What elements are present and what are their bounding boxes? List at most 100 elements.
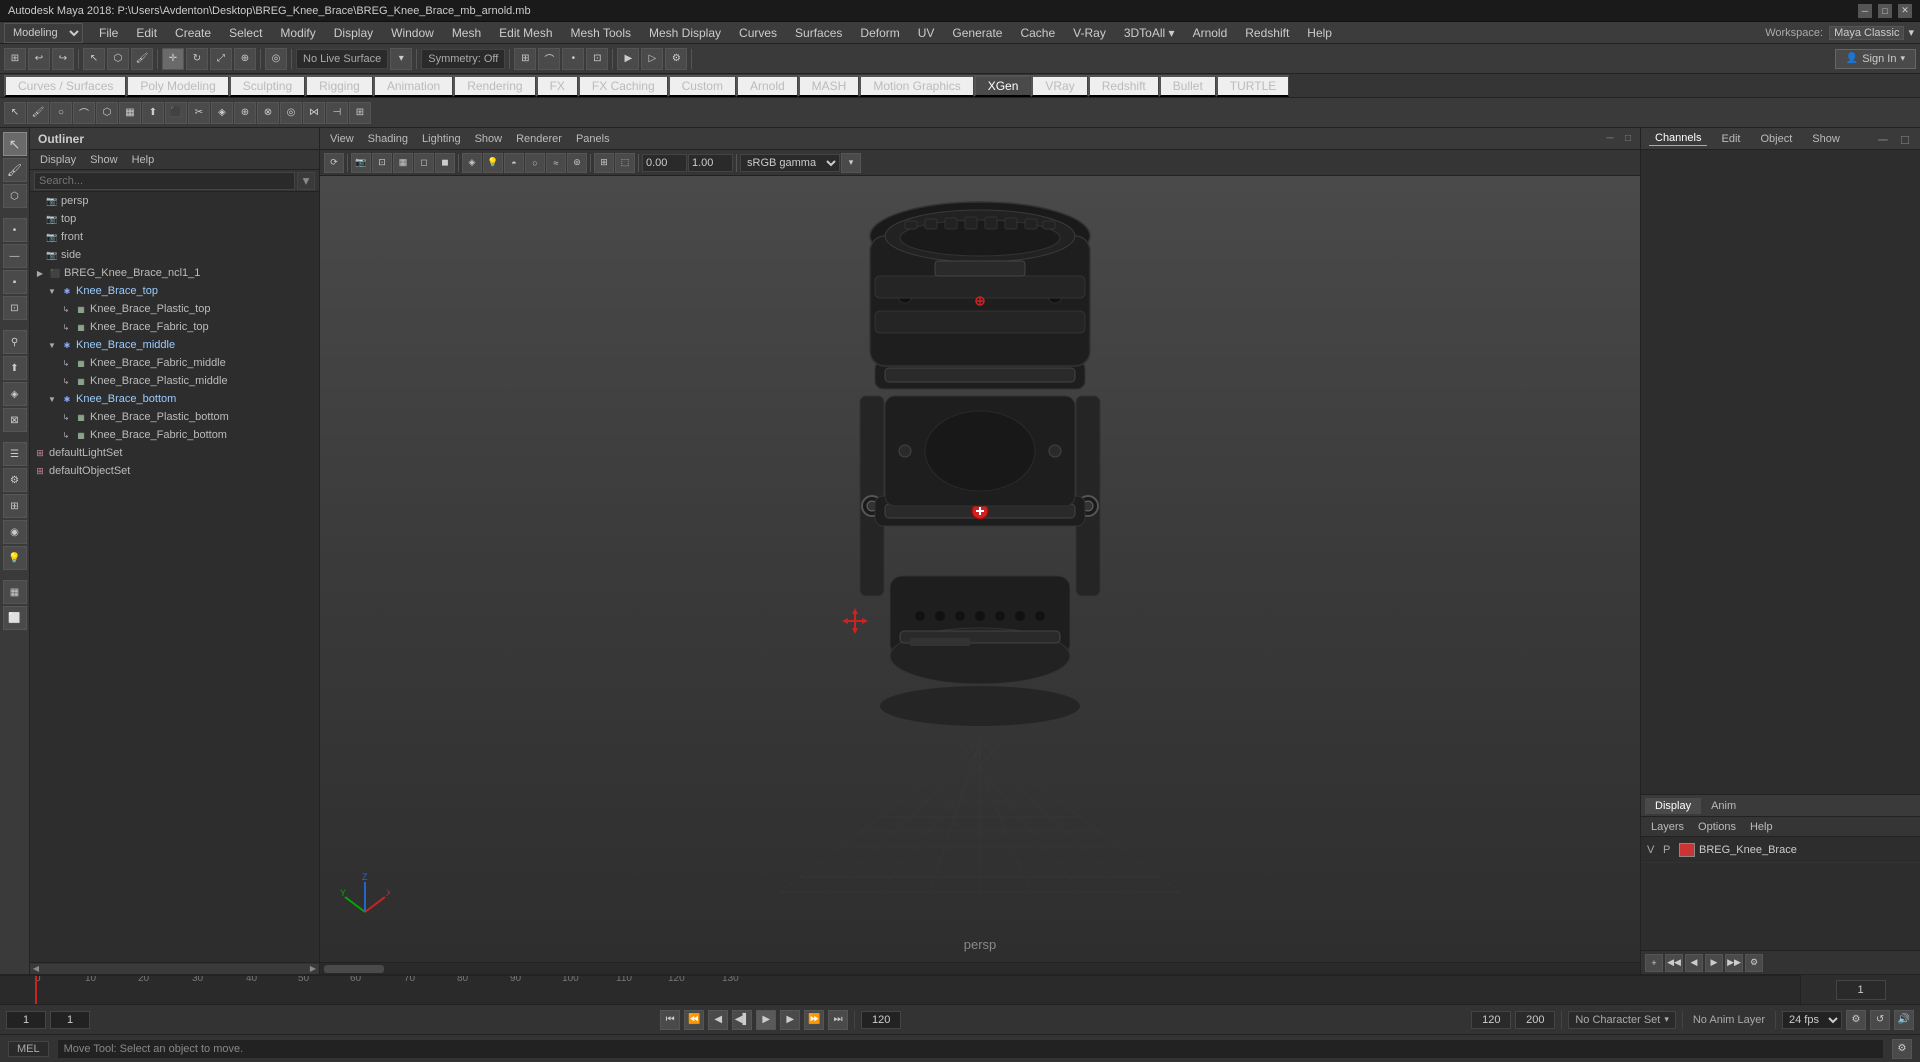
pb-settings-btn[interactable]: ⚙: [1846, 1010, 1866, 1030]
mode-selector[interactable]: Modeling Rigging Animation: [4, 23, 83, 43]
outliner-search-options-btn[interactable]: ▾: [297, 172, 315, 190]
menu-mesh[interactable]: Mesh: [444, 24, 489, 42]
vp-menu-renderer[interactable]: Renderer: [510, 132, 568, 146]
vertex-mode-btn[interactable]: •: [3, 218, 27, 242]
menu-redshift[interactable]: Redshift: [1237, 24, 1297, 42]
vp-minimize-icon[interactable]: ─: [1602, 131, 1618, 147]
vp-light-btn[interactable]: 💡: [483, 153, 503, 173]
dp-menu-options[interactable]: Options: [1692, 820, 1742, 834]
shelf-bool-btn[interactable]: ⊞: [349, 102, 371, 124]
vp-menu-show[interactable]: Show: [469, 132, 509, 146]
render-frame-btn[interactable]: ▶: [617, 48, 639, 70]
render-settings-btn[interactable]: ⚙: [665, 48, 687, 70]
soft-sel-btn[interactable]: ◎: [265, 48, 287, 70]
scroll-left-btn[interactable]: ◀: [30, 964, 42, 974]
vp-dof-btn[interactable]: ⊚: [567, 153, 587, 173]
light-btn[interactable]: 💡: [3, 546, 27, 570]
tab-mash[interactable]: MASH: [798, 75, 860, 97]
shelf-nurbs-btn[interactable]: ⬡: [96, 102, 118, 124]
menu-window[interactable]: Window: [383, 24, 442, 42]
vp-render-btn[interactable]: ⟳: [324, 153, 344, 173]
select-mode-btn[interactable]: ↖: [3, 132, 27, 156]
dp-tab-anim[interactable]: Anim: [1701, 798, 1746, 814]
outliner-item-persp[interactable]: 📷 persp: [30, 192, 319, 210]
menu-modify[interactable]: Modify: [272, 24, 323, 42]
shelf-combine-btn[interactable]: ⊕: [234, 102, 256, 124]
no-live-surface-btn[interactable]: No Live Surface: [296, 49, 388, 69]
edge-mode-btn[interactable]: —: [3, 244, 27, 268]
tab-animation[interactable]: Animation: [373, 75, 453, 97]
undo-btn[interactable]: ↩: [28, 48, 50, 70]
tab-fx-caching[interactable]: FX Caching: [578, 75, 668, 97]
minimize-button[interactable]: ─: [1858, 4, 1872, 18]
scroll-right-btn[interactable]: ▶: [307, 964, 319, 974]
tab-custom[interactable]: Custom: [668, 75, 736, 97]
shelf-curve-btn[interactable]: ⌒: [73, 102, 95, 124]
range-end3-input[interactable]: [1515, 1011, 1555, 1029]
tab-fx[interactable]: FX: [536, 75, 578, 97]
vp-menu-view[interactable]: View: [324, 132, 360, 146]
menu-arnold[interactable]: Arnold: [1185, 24, 1236, 42]
next-key-btn[interactable]: ▶: [780, 1010, 800, 1030]
vp-hud-btn[interactable]: ⊞: [594, 153, 614, 173]
snap-curve-btn[interactable]: ⌒: [538, 48, 560, 70]
tab-motion-graphics[interactable]: Motion Graphics: [859, 75, 973, 97]
vp-shadow-btn[interactable]: ◓: [504, 153, 524, 173]
shelf-smooth-btn[interactable]: ◎: [280, 102, 302, 124]
vp-ambient-btn[interactable]: ○: [525, 153, 545, 173]
symmetry-off-btn[interactable]: Symmetry: Off: [421, 49, 505, 69]
shelf-bevel-btn[interactable]: ◈: [211, 102, 233, 124]
paint-sel-btn[interactable]: 🖌: [131, 48, 153, 70]
menu-display[interactable]: Display: [326, 24, 381, 42]
shelf-extrude-btn[interactable]: ⬆: [142, 102, 164, 124]
channels-tab[interactable]: Channels: [1649, 131, 1707, 146]
pb-audio-btn[interactable]: 🔊: [1894, 1010, 1914, 1030]
outliner-item-knee-bottom[interactable]: ▼ ✱ Knee_Brace_bottom: [30, 390, 319, 408]
range-current-input[interactable]: [50, 1011, 90, 1029]
snap-grid-btn[interactable]: ⊞: [4, 48, 26, 70]
ipr-render-btn[interactable]: ▷: [641, 48, 663, 70]
vp-color-profile-select[interactable]: sRGB gamma Linear: [740, 154, 840, 172]
range-end2-input[interactable]: [1471, 1011, 1511, 1029]
outliner-item-front[interactable]: 📷 front: [30, 228, 319, 246]
snap-grid-btn2[interactable]: ⊞: [514, 48, 536, 70]
scale-tool-btn[interactable]: ⤢: [210, 48, 232, 70]
face-mode-btn[interactable]: ▪: [3, 270, 27, 294]
outliner-menu-display[interactable]: Display: [34, 153, 82, 167]
close-button[interactable]: ✕: [1898, 4, 1912, 18]
loop-cut-btn[interactable]: ⊠: [3, 408, 27, 432]
outliner-item-main-group[interactable]: ▶ ⬛ BREG_Knee_Brace_ncl1_1: [30, 264, 319, 282]
snap-view-btn[interactable]: ⊡: [586, 48, 608, 70]
channels-expand-btn[interactable]: □: [1898, 132, 1912, 146]
vp-cam-ortho-btn[interactable]: ⊡: [372, 153, 392, 173]
outliner-menu-help[interactable]: Help: [126, 153, 161, 167]
outliner-menu-show[interactable]: Show: [84, 153, 124, 167]
range-end1-input[interactable]: [861, 1011, 901, 1029]
lasso-tool-btn[interactable]: ⬡: [107, 48, 129, 70]
tool6-btn[interactable]: ⬜: [3, 606, 27, 630]
aov-btn[interactable]: ⊞: [3, 494, 27, 518]
range-start-input[interactable]: [6, 1011, 46, 1029]
tab-rigging[interactable]: Rigging: [305, 75, 373, 97]
shelf-circle-btn[interactable]: ○: [50, 102, 72, 124]
menu-deform[interactable]: Deform: [852, 24, 907, 42]
tab-vray[interactable]: VRay: [1031, 75, 1087, 97]
vp-wire-btn[interactable]: ◻: [414, 153, 434, 173]
vp-cam-persp-btn[interactable]: 📷: [351, 153, 371, 173]
menu-3dtoall[interactable]: 3DToAll ▾: [1116, 24, 1183, 42]
show-tab[interactable]: Show: [1806, 132, 1846, 146]
rotate-tool-btn[interactable]: ↻: [186, 48, 208, 70]
no-character-set[interactable]: No Character Set ▾: [1568, 1011, 1676, 1029]
render-setup-btn[interactable]: ⚙: [3, 468, 27, 492]
vp-menu-panels[interactable]: Panels: [570, 132, 616, 146]
snap-live-btn[interactable]: ⚲: [3, 330, 27, 354]
dp-prev-frame-btn[interactable]: ◀◀: [1665, 954, 1683, 972]
dp-add-layer-btn[interactable]: +: [1645, 954, 1663, 972]
menu-edit[interactable]: Edit: [128, 24, 165, 42]
scroll-track[interactable]: [42, 964, 307, 974]
vp-menu-lighting[interactable]: Lighting: [416, 132, 467, 146]
vp-profile-options-btn[interactable]: ▾: [841, 153, 861, 173]
tool5-btn[interactable]: ▦: [3, 580, 27, 604]
dp-menu-layers[interactable]: Layers: [1645, 820, 1690, 834]
tab-turtle[interactable]: TURTLE: [1216, 75, 1289, 97]
